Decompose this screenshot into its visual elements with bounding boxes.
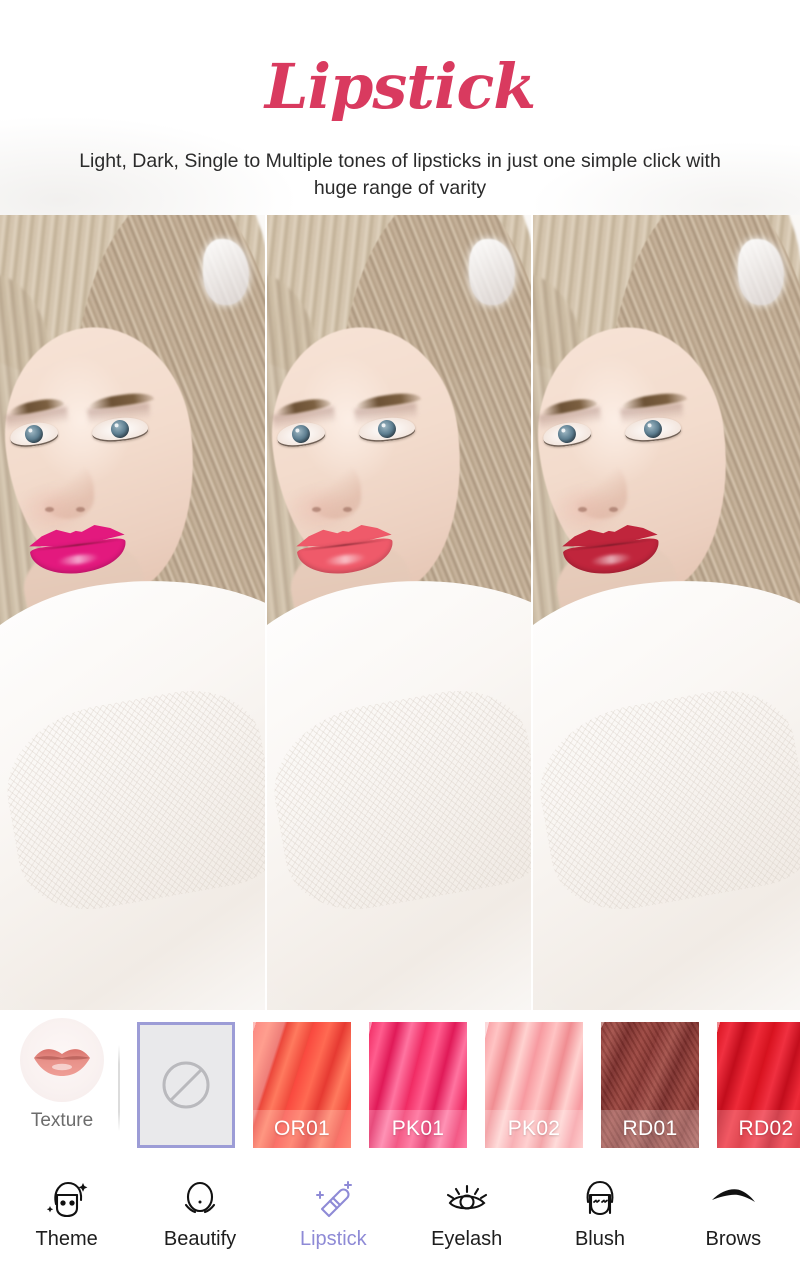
swatch-pk01[interactable]: PK01 — [369, 1022, 467, 1148]
eye-lashes-icon — [444, 1177, 490, 1221]
texture-button[interactable]: Texture — [14, 1018, 110, 1148]
toolbar-divider — [118, 1045, 120, 1131]
nav-item-blush[interactable]: Blush — [533, 1165, 666, 1251]
no-color-icon — [162, 1061, 210, 1109]
bottom-navigation: Theme Beautify Lipstick Eyelash Blush Br… — [0, 1165, 800, 1280]
nav-label: Beautify — [163, 1228, 237, 1250]
nav-item-eyelash[interactable]: Eyelash — [400, 1165, 533, 1251]
page-title: Lipstick — [264, 50, 536, 123]
swatch-label: PK02 — [485, 1110, 583, 1148]
nav-item-lipstick[interactable]: Lipstick — [267, 1165, 400, 1251]
nav-label: Eyelash — [431, 1228, 503, 1250]
swatch-label: OR01 — [253, 1110, 351, 1148]
swatch-list[interactable]: OR01 PK01 PK02 RD01 RD02 — [137, 1022, 800, 1148]
model-portrait-photo — [266, 215, 532, 1010]
nav-item-theme[interactable]: Theme — [0, 1165, 133, 1251]
swatch-none[interactable] — [137, 1022, 235, 1148]
nav-label: Brows — [705, 1228, 762, 1250]
texture-label: Texture — [30, 1110, 94, 1131]
preview-pane-3[interactable] — [533, 215, 800, 1010]
page-subtitle: Light, Dark, Single to Multiple tones of… — [79, 150, 721, 199]
face-outline-icon — [179, 1177, 221, 1221]
swatch-or01[interactable]: OR01 — [253, 1022, 351, 1148]
header: Lipstick Light, Dark, Single to Multiple… — [0, 0, 800, 215]
preview-strip — [0, 215, 800, 1010]
nav-label: Blush — [574, 1228, 625, 1250]
nav-item-brows[interactable]: Brows — [667, 1165, 800, 1251]
preview-pane-2[interactable] — [266, 215, 534, 1010]
nav-item-beautify[interactable]: Beautify — [133, 1165, 266, 1251]
model-portrait-photo — [0, 215, 265, 1010]
lipstick-app-screen: Lipstick Light, Dark, Single to Multiple… — [0, 0, 800, 1280]
lipstick-tube-icon — [311, 1177, 355, 1221]
eyebrow-icon — [708, 1177, 758, 1221]
swatch-label: RD02 — [717, 1110, 800, 1148]
swatch-rd02[interactable]: RD02 — [717, 1022, 800, 1148]
lips-icon — [20, 1018, 104, 1102]
nav-label: Theme — [35, 1228, 98, 1250]
swatch-pk02[interactable]: PK02 — [485, 1022, 583, 1148]
swatch-rd01[interactable]: RD01 — [601, 1022, 699, 1148]
nav-label: Lipstick — [299, 1228, 367, 1250]
preview-pane-1[interactable] — [0, 215, 267, 1010]
swatch-label: RD01 — [601, 1110, 699, 1148]
swatch-label: PK01 — [369, 1110, 467, 1148]
model-portrait-photo — [533, 215, 800, 1010]
blush-face-icon — [579, 1177, 621, 1221]
theme-face-sparkle-icon — [44, 1177, 90, 1221]
